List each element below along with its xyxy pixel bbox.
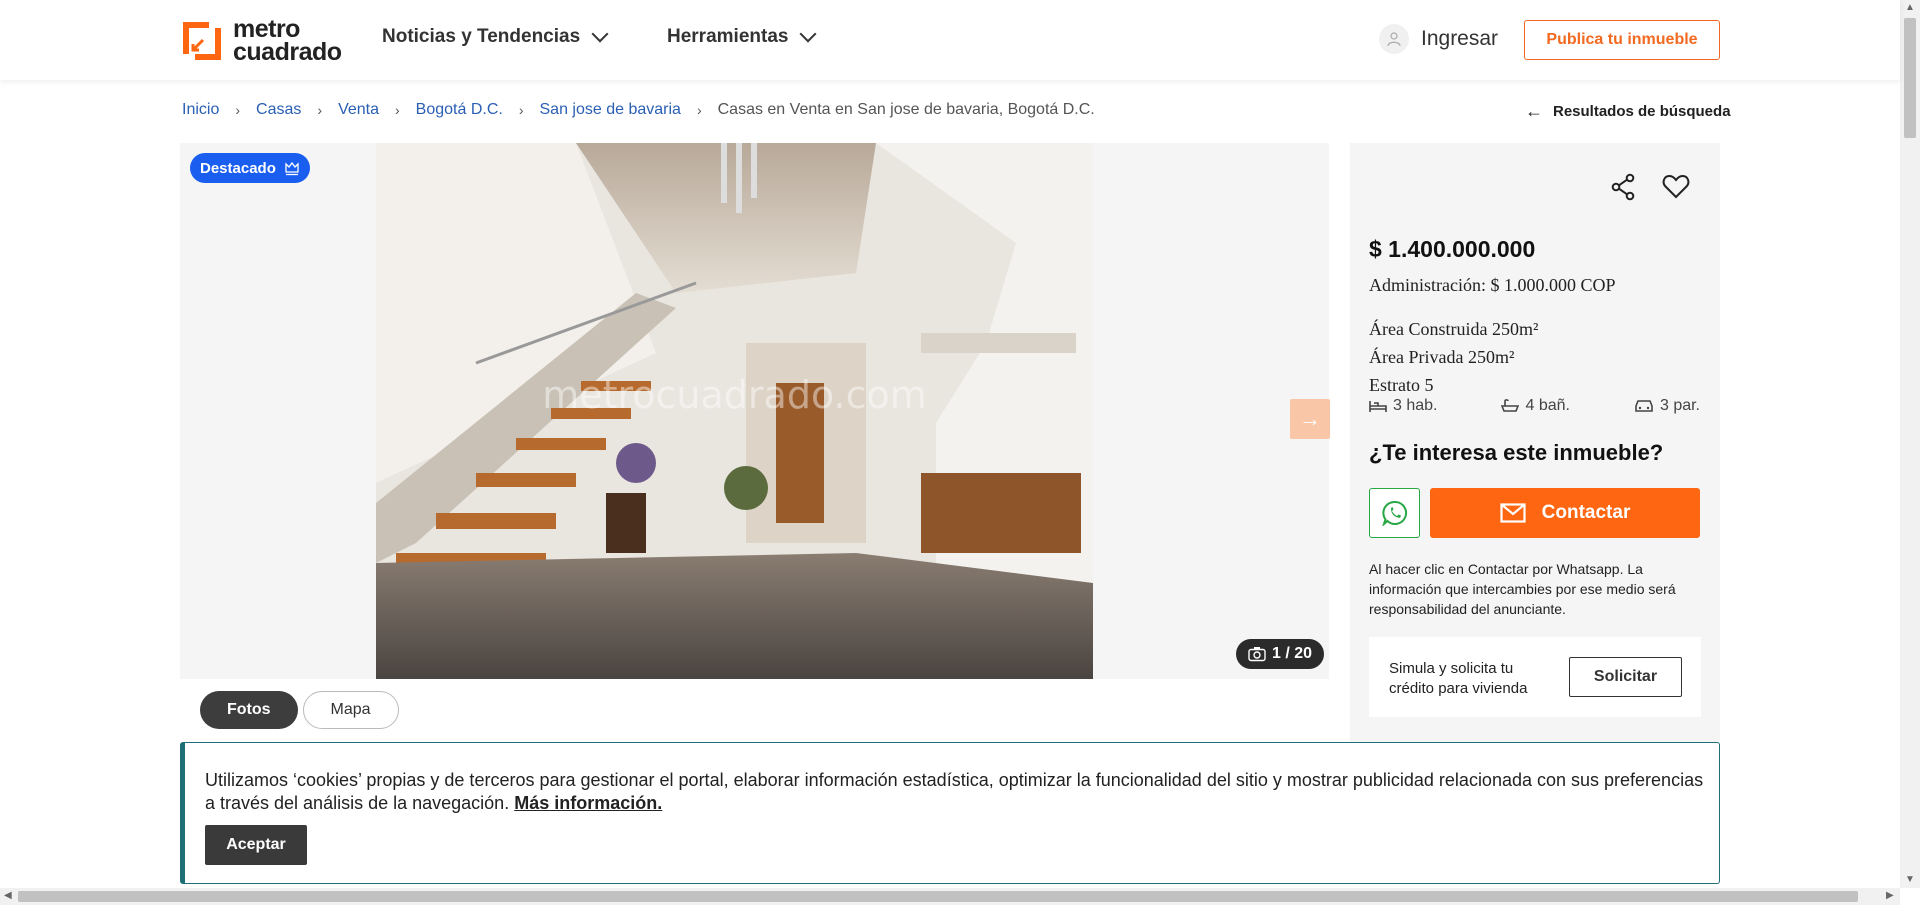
back-to-results-link[interactable]: ← Resultados de búsqueda (1525, 101, 1731, 122)
breadcrumb-separator: › (395, 102, 400, 118)
breadcrumb-separator: › (235, 102, 241, 118)
chevron-down-icon (799, 25, 817, 43)
baths-feature: 4 bañ. (1501, 397, 1570, 415)
breadcrumb-venta[interactable]: Venta (338, 101, 379, 119)
mail-icon (1500, 503, 1526, 523)
user-icon (1379, 24, 1409, 54)
arrow-left-icon: ← (1525, 101, 1543, 121)
vertical-scroll-thumb[interactable] (1904, 18, 1916, 138)
heart-icon[interactable] (1662, 173, 1690, 199)
contact-button[interactable]: Contactar (1430, 488, 1700, 538)
breadcrumb-separator: › (518, 102, 524, 118)
scroll-left-icon[interactable]: ◀ (4, 890, 12, 901)
car-icon (1635, 400, 1653, 412)
interest-title: ¿Te interesa este inmueble? (1369, 440, 1664, 465)
admin-fee: Administración: $ 1.000.000 COP (1369, 275, 1616, 295)
breadcrumb-san-jose[interactable]: San jose de bavaria (540, 101, 681, 119)
cookie-more-info-link[interactable]: Más información. (514, 793, 662, 813)
horizontal-scroll-thumb[interactable] (18, 891, 1858, 902)
request-credit-button[interactable]: Solicitar (1569, 657, 1682, 697)
sidebar-actions (1610, 173, 1690, 201)
logo-icon (179, 18, 225, 64)
photo-gallery: metrocuadrado.com Destacado → 1 / 20 (180, 143, 1330, 679)
crown-icon (285, 161, 299, 176)
tab-fotos[interactable]: Fotos (200, 691, 298, 729)
whatsapp-button[interactable] (1369, 488, 1420, 538)
gallery-tabs: Fotos Mapa (200, 691, 399, 729)
rooms-label: 3 hab. (1393, 397, 1438, 414)
scroll-right-icon[interactable]: ▶ (1886, 890, 1894, 901)
logo-line2: cuadrado (233, 38, 342, 66)
contact-label: Contactar (1541, 502, 1631, 523)
baths-label: 4 bañ. (1525, 397, 1570, 414)
share-icon[interactable] (1610, 173, 1636, 201)
back-to-results-label: Resultados de búsqueda (1553, 103, 1731, 120)
publish-button[interactable]: Publica tu inmueble (1524, 20, 1720, 60)
breadcrumb-inicio[interactable]: Inicio (182, 101, 219, 119)
parking-label: 3 par. (1659, 397, 1700, 414)
breadcrumb-current: Casas en Venta en San jose de bavaria, B… (717, 101, 1095, 118)
breadcrumb-separator: › (317, 102, 323, 118)
estrato: Estrato 5 (1369, 375, 1434, 395)
scroll-up-icon[interactable]: ▲ (1905, 2, 1915, 13)
featured-badge: Destacado (190, 153, 310, 183)
camera-icon (1248, 647, 1266, 662)
logo-text: metro cuadrado (233, 17, 342, 66)
rooms-feature: 3 hab. (1369, 397, 1437, 415)
horizontal-scrollbar[interactable]: ◀ ▶ (0, 888, 1900, 905)
bathtub-icon (1501, 399, 1520, 412)
whatsapp-disclaimer: Al hacer clic en Contactar por Whatsapp.… (1369, 561, 1676, 617)
cookie-accept-button[interactable]: Aceptar (205, 825, 307, 865)
featured-badge-label: Destacado (200, 159, 276, 177)
nav-noticias-label: Noticias y Tendencias (382, 26, 581, 47)
breadcrumb-casas[interactable]: Casas (256, 101, 301, 119)
breadcrumb-bogota[interactable]: Bogotá D.C. (416, 101, 503, 119)
listing-price: $ 1.400.000.000 (1369, 236, 1536, 262)
tab-mapa[interactable]: Mapa (302, 691, 399, 729)
nav-noticias[interactable]: Noticias y Tendencias (382, 25, 609, 48)
site-header: metro cuadrado Noticias y Tendencias Her… (0, 0, 1900, 80)
breadcrumb-separator: › (696, 102, 702, 118)
cookie-banner: Utilizamos ‘cookies’ propias y de tercer… (180, 742, 1720, 884)
vertical-scrollbar[interactable]: ▲ ▼ (1900, 0, 1920, 888)
credit-text: Simula y solicita tu crédito para vivien… (1389, 660, 1528, 697)
breadcrumb: Inicio › Casas › Venta › Bogotá D.C. › S… (182, 101, 1095, 119)
listing-specs: Área Construida 250m² Área Privada 250m²… (1369, 315, 1538, 399)
photo-counter: 1 / 20 (1236, 639, 1325, 669)
arrow-right-icon: → (1299, 406, 1321, 431)
next-photo-button[interactable]: → (1290, 399, 1330, 439)
nav-herramientas-label: Herramientas (667, 26, 789, 47)
listing-sidebar: $ 1.400.000.000 Administración: $ 1.000.… (1350, 143, 1720, 743)
area-private: Área Privada 250m² (1369, 347, 1515, 367)
parking-feature: 3 par. (1634, 397, 1700, 415)
scroll-down-icon[interactable]: ▼ (1905, 874, 1915, 885)
property-photo[interactable]: metrocuadrado.com (376, 143, 1093, 679)
cookie-text: Utilizamos ‘cookies’ propias y de tercer… (205, 770, 1704, 813)
credit-box: Simula y solicita tu crédito para vivien… (1369, 637, 1701, 717)
area-built: Área Construida 250m² (1369, 319, 1539, 339)
bed-icon (1369, 401, 1387, 412)
watermark: metrocuadrado.com (542, 373, 927, 417)
login-button[interactable]: Ingresar (1379, 24, 1498, 54)
listing-features: 3 hab. 4 bañ. 3 par. (1369, 397, 1700, 415)
photo-counter-label: 1 / 20 (1272, 645, 1313, 662)
whatsapp-icon (1381, 500, 1407, 526)
chevron-down-icon (591, 25, 609, 43)
logo[interactable]: metro cuadrado (179, 17, 342, 65)
nav-herramientas[interactable]: Herramientas (667, 25, 817, 48)
login-label: Ingresar (1421, 27, 1499, 50)
cookie-text-wrapper: Utilizamos ‘cookies’ propias y de tercer… (205, 769, 1705, 815)
